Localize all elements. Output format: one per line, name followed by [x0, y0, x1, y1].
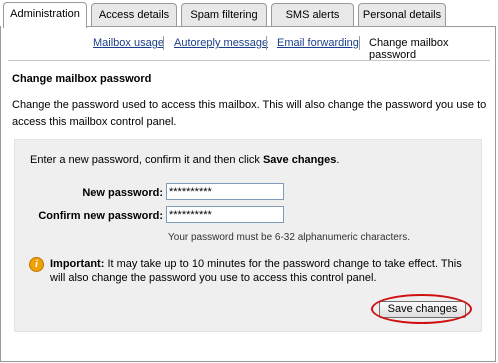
subnav-forwarding[interactable]: Email forwarding	[277, 37, 359, 49]
autoreply-link[interactable]: Autoreply message	[174, 37, 268, 49]
subnav-autoreply[interactable]: Autoreply message	[174, 37, 268, 49]
mailbox-usage-link[interactable]: Mailbox usage	[93, 37, 164, 49]
divider	[8, 60, 490, 61]
password-hint: Your password must be 6-32 alphanumeric …	[168, 232, 410, 243]
subnav-mailbox-usage[interactable]: Mailbox usage	[93, 37, 164, 49]
subnav-divider	[266, 36, 267, 50]
important-label: Important:	[50, 258, 105, 270]
tab-access-details[interactable]: Access details	[91, 3, 177, 27]
tab-bar: Administration Access details Spam filte…	[0, 0, 498, 28]
important-notice: Important: It may take up to 10 minutes …	[50, 257, 470, 285]
intro-bold: Save changes	[262, 154, 337, 166]
info-icon: i	[29, 257, 44, 272]
intro-end: .	[336, 154, 340, 166]
highlight-circle	[371, 294, 472, 324]
important-text: It may take up to 10 minutes for the pas…	[50, 258, 462, 284]
email-forwarding-link[interactable]: Email forwarding	[277, 37, 359, 49]
tab-personal-details[interactable]: Personal details	[358, 3, 446, 27]
subnav-divider	[359, 36, 360, 50]
section-description: Change the password used to access this …	[12, 99, 487, 128]
subnav-divider	[163, 36, 164, 50]
section-title: Change mailbox password	[12, 73, 152, 85]
confirm-password-label: Confirm new password:	[38, 210, 163, 222]
tab-sms-alerts[interactable]: SMS alerts	[271, 3, 354, 27]
form-intro: Enter a new password, confirm it and the…	[30, 154, 339, 166]
new-password-label: New password:	[82, 187, 163, 199]
confirm-password-input[interactable]	[166, 206, 284, 223]
new-password-input[interactable]	[166, 183, 284, 200]
intro-text: Enter a new password, confirm it and the…	[30, 154, 260, 166]
tab-spam-filtering[interactable]: Spam filtering	[181, 3, 267, 27]
subnav-current-page: Change mailbox password	[369, 37, 449, 61]
tab-administration[interactable]: Administration	[3, 2, 87, 28]
